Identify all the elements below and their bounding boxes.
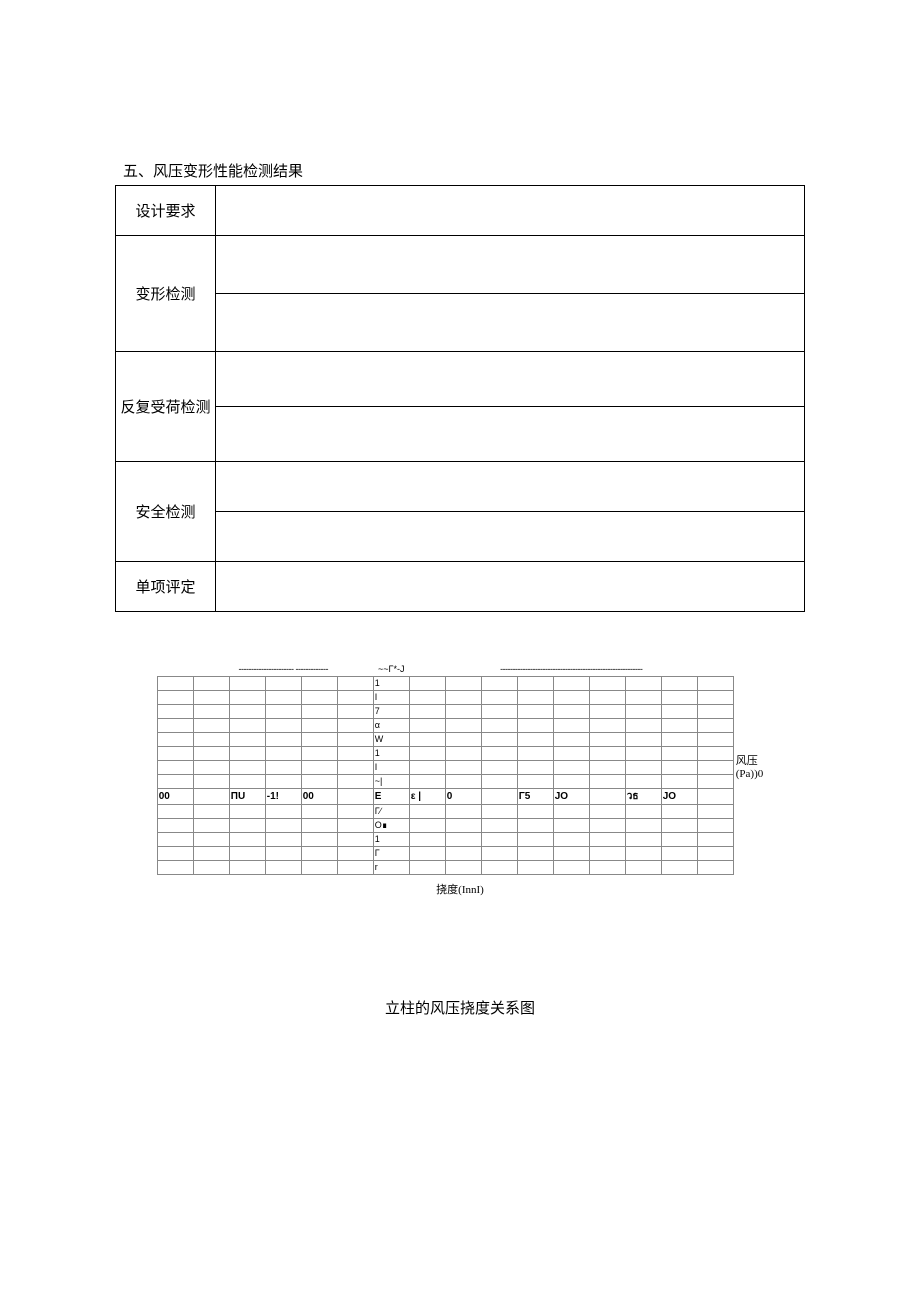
row-value-design <box>216 186 805 236</box>
chart-title: 立柱的风压挠度关系图 <box>385 997 535 1018</box>
row-label-repeat: 反复受荷检测 <box>116 352 216 462</box>
chart-y-label: 风压 (Pa))0 <box>736 755 764 781</box>
x-tick <box>193 788 229 804</box>
document-content: 五、风压变形性能检测结果 设计要求 变形检测 反复受荷检测 安全检测 单项评定 <box>0 0 920 1018</box>
x-tick <box>337 788 373 804</box>
row-value-repeat-1 <box>216 352 805 407</box>
x-tick: ПU <box>229 788 265 804</box>
x-tick <box>589 788 625 804</box>
row-label-safety: 安全检测 <box>116 462 216 562</box>
x-tick: ε | <box>409 788 445 804</box>
chart-top-marker: ~~Γ*-J <box>373 662 409 676</box>
chart-top-dash-left: ---------------------- ------------- <box>193 662 373 676</box>
row-value-deform-1 <box>216 236 805 294</box>
x-tick <box>697 788 733 804</box>
row-value-deform-2 <box>216 294 805 352</box>
chart-area: ---------------------- ------------- ~~Γ… <box>115 662 805 1018</box>
x-tick: 00 <box>301 788 337 804</box>
y-marker: I <box>373 690 409 704</box>
y-marker: W <box>373 732 409 746</box>
section-title: 五、风压变形性能检测结果 <box>115 160 805 181</box>
x-tick: 0 <box>445 788 481 804</box>
y-marker: 1 <box>373 746 409 760</box>
row-value-repeat-2 <box>216 407 805 462</box>
x-tick: Ε <box>373 788 409 804</box>
x-tick: JO <box>661 788 697 804</box>
x-tick: 00 <box>157 788 193 804</box>
y-marker: r <box>373 860 409 874</box>
row-label-design: 设计要求 <box>116 186 216 236</box>
y-marker: 1 <box>373 676 409 690</box>
x-tick: JO <box>553 788 589 804</box>
y-marker: I <box>373 760 409 774</box>
x-tick: -1! <box>265 788 301 804</box>
y-marker: Γ∕ <box>373 804 409 818</box>
y-marker: Γ <box>373 846 409 860</box>
y-marker: α <box>373 718 409 732</box>
row-label-deform: 变形检测 <box>116 236 216 352</box>
chart-y-label-bottom: (Pa))0 <box>736 768 764 781</box>
y-marker: 7 <box>373 704 409 718</box>
results-table: 设计要求 变形检测 反复受荷检测 安全检测 单项评定 <box>115 185 805 612</box>
chart-y-label-top: 风压 <box>736 755 764 768</box>
chart-grid: ---------------------- ------------- ~~Γ… <box>157 662 734 875</box>
row-value-safety-2 <box>216 512 805 562</box>
y-marker: ~| <box>373 774 409 788</box>
x-tick <box>481 788 517 804</box>
chart-container: ---------------------- ------------- ~~Γ… <box>157 662 764 875</box>
chart-top-dash-right: ----------------------------------------… <box>409 662 733 676</box>
y-marker: 1 <box>373 832 409 846</box>
x-tick: วธ <box>625 788 661 804</box>
y-marker: O∎ <box>373 818 409 832</box>
chart-x-label: 挠度(InnI) <box>436 881 484 897</box>
row-label-eval: 单项评定 <box>116 562 216 612</box>
row-value-eval <box>216 562 805 612</box>
row-value-safety-1 <box>216 462 805 512</box>
x-tick: Γ5 <box>517 788 553 804</box>
